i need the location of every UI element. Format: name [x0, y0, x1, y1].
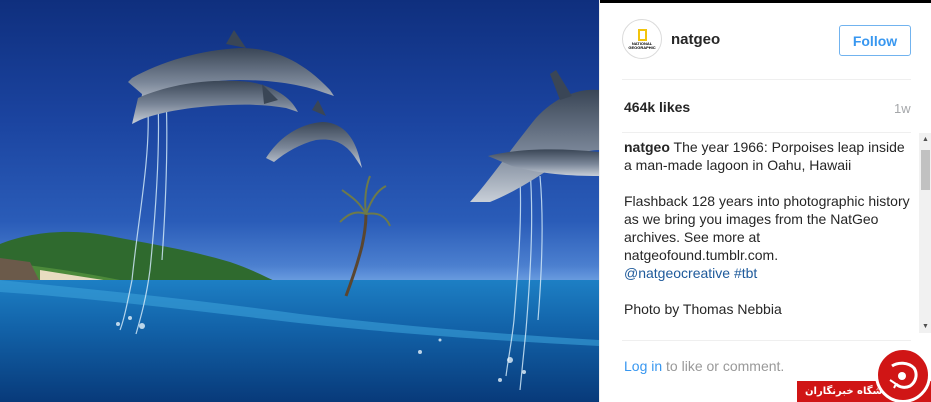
post-details-panel: NATIONAL GEOGRAPHIC natgeo Follow 464k l…	[599, 0, 931, 402]
scroll-down-arrow-icon[interactable]: ▼	[919, 320, 931, 333]
follow-button[interactable]: Follow	[839, 25, 911, 56]
username[interactable]: natgeo	[671, 31, 720, 48]
photo-credit: Photo by Thomas Nebbia	[624, 301, 782, 317]
likes-divider	[622, 132, 911, 133]
caption-username[interactable]: natgeo	[624, 139, 670, 155]
login-suffix: to like or comment.	[662, 358, 785, 374]
caption-tags[interactable]: @natgeocreative #tbt	[624, 265, 757, 281]
caption: natgeo The year 1966: Porpoises leap ins…	[624, 138, 914, 334]
caption-scrollbar[interactable]: ▲ ▼	[919, 133, 931, 333]
post-header: NATIONAL GEOGRAPHIC natgeo Follow	[600, 3, 931, 80]
login-prompt: Log in to like or comment.	[624, 358, 784, 374]
caption-second-paragraph: Flashback 128 years into photographic hi…	[624, 192, 914, 282]
scroll-thumb[interactable]	[921, 150, 930, 190]
natgeo-logo-icon: NATIONAL GEOGRAPHIC	[627, 24, 657, 54]
header-divider	[622, 79, 911, 80]
watermark-emblem-icon	[889, 361, 918, 389]
footer-divider	[622, 340, 911, 341]
post-age[interactable]: 1w	[894, 101, 911, 116]
caption-flashback: Flashback 128 years into photographic hi…	[624, 193, 910, 263]
watermark-logo-icon	[875, 347, 931, 402]
scroll-up-arrow-icon[interactable]: ▲	[919, 133, 931, 146]
post-photo[interactable]	[0, 0, 599, 402]
avatar[interactable]: NATIONAL GEOGRAPHIC	[622, 19, 662, 59]
login-link[interactable]: Log in	[624, 358, 662, 374]
likes-count[interactable]: 464k likes	[624, 99, 690, 115]
caption-first-paragraph: natgeo The year 1966: Porpoises leap ins…	[624, 138, 914, 174]
dolphins-photo	[0, 30, 599, 402]
yellow-frame-icon	[637, 28, 647, 41]
avatar-logo-text: NATIONAL GEOGRAPHIC	[628, 40, 656, 50]
